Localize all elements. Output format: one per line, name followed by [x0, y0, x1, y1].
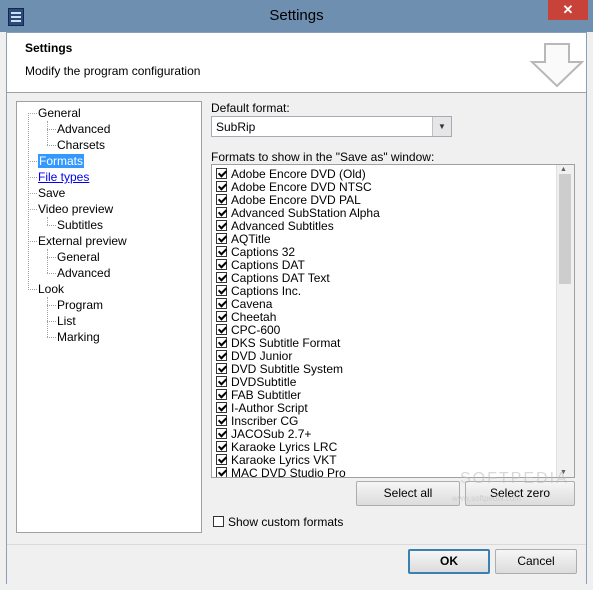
tree-item-program[interactable]: Program: [57, 298, 103, 312]
format-checkbox[interactable]: [216, 233, 227, 244]
format-checkbox[interactable]: [216, 376, 227, 387]
tree-line: [47, 217, 48, 225]
header-subtitle: Modify the program configuration: [25, 64, 201, 78]
format-label: CPC-600: [231, 323, 281, 337]
format-checkbox[interactable]: [216, 207, 227, 218]
format-label: Cavena: [231, 297, 273, 311]
format-checkbox[interactable]: [216, 428, 227, 439]
format-label: Advanced Subtitles: [231, 219, 334, 233]
format-label: Captions 32: [231, 245, 296, 259]
format-checkbox[interactable]: [216, 194, 227, 205]
close-button[interactable]: ✕: [548, 0, 588, 20]
tree-item-file-types[interactable]: File types: [38, 170, 89, 184]
format-label: I-Author Script: [231, 401, 308, 415]
tree-item-video-preview[interactable]: Video preview: [38, 202, 113, 216]
format-checkbox[interactable]: [216, 311, 227, 322]
tree-item-subtitles[interactable]: Subtitles: [57, 218, 103, 232]
format-label: Adobe Encore DVD (Old): [231, 167, 366, 181]
vertical-scrollbar[interactable]: ▲ ▼: [556, 165, 574, 477]
format-label: DVD Junior: [231, 349, 293, 363]
tree-item-general[interactable]: General: [38, 106, 81, 120]
format-label: DKS Subtitle Format: [231, 336, 341, 350]
format-label: JACOSub 2.7+: [231, 427, 312, 441]
tree-item-external-preview[interactable]: External preview: [38, 234, 127, 248]
formats-list[interactable]: ▲ ▼ Adobe Encore DVD (Old) Adobe Encore D…: [211, 164, 575, 478]
chevron-down-icon[interactable]: ▼: [432, 117, 451, 136]
format-list-item[interactable]: MAC DVD Studio Pro: [216, 466, 346, 478]
show-custom-checkbox[interactable]: [213, 516, 224, 527]
tree-item-list[interactable]: List: [57, 314, 76, 328]
tree-line: [47, 121, 48, 145]
default-format-select[interactable]: SubRip ▼: [211, 116, 452, 137]
window-title: Settings: [269, 7, 324, 24]
format-label: AQTitle: [231, 232, 271, 246]
format-checkbox[interactable]: [216, 402, 227, 413]
show-custom-formats-row[interactable]: Show custom formats: [213, 515, 343, 529]
watermark-logo: SOFTPEDIA: [460, 470, 569, 487]
ok-button[interactable]: OK: [408, 549, 490, 574]
format-checkbox[interactable]: [216, 298, 227, 309]
header-title: Settings: [25, 41, 73, 55]
tree-item-marking[interactable]: Marking: [57, 330, 100, 344]
format-checkbox[interactable]: [216, 246, 227, 257]
title-bar[interactable]: Settings ✕: [0, 0, 593, 32]
format-label: FAB Subtitler: [231, 388, 302, 402]
scroll-up-icon[interactable]: ▲: [560, 166, 567, 173]
default-format-value: SubRip: [216, 120, 256, 134]
tree-line: [47, 249, 48, 273]
format-label: DVD Subtitle System: [231, 362, 344, 376]
format-label: Cheetah: [231, 310, 277, 324]
tree-item-save[interactable]: Save: [38, 186, 65, 200]
format-checkbox[interactable]: [216, 415, 227, 426]
format-label: Captions DAT Text: [231, 271, 330, 285]
header-panel: Settings Modify the program configuratio…: [7, 33, 586, 93]
format-checkbox[interactable]: [216, 272, 227, 283]
format-label: Captions Inc.: [231, 284, 302, 298]
show-custom-label: Show custom formats: [228, 515, 344, 529]
format-checkbox[interactable]: [216, 389, 227, 400]
format-label: Adobe Encore DVD PAL: [231, 193, 361, 207]
format-checkbox[interactable]: [216, 285, 227, 296]
format-label: Adobe Encore DVD NTSC: [231, 180, 372, 194]
format-checkbox[interactable]: [216, 220, 227, 231]
watermark-url: www.softpedia.com: [452, 494, 521, 503]
default-format-label: Default format:: [211, 101, 290, 115]
tree-line: [28, 113, 29, 290]
format-checkbox[interactable]: [216, 324, 227, 335]
format-checkbox[interactable]: [216, 168, 227, 179]
tree-line: [47, 297, 48, 337]
tree-item-look[interactable]: Look: [38, 282, 64, 296]
tree-item-external-general[interactable]: General: [57, 250, 100, 264]
format-label: Inscriber CG: [231, 414, 299, 428]
down-arrow-icon: [529, 43, 585, 88]
format-checkbox[interactable]: [216, 181, 227, 192]
cancel-button[interactable]: Cancel: [495, 549, 577, 574]
format-checkbox[interactable]: [216, 337, 227, 348]
format-label: Captions DAT: [231, 258, 305, 272]
tree-item-formats[interactable]: Formats: [38, 154, 85, 168]
select-all-button[interactable]: Select all: [356, 481, 460, 506]
format-checkbox[interactable]: [216, 350, 227, 361]
tree-item-charsets[interactable]: Charsets: [57, 138, 105, 152]
format-label: Advanced SubStation Alpha: [231, 206, 380, 220]
format-checkbox[interactable]: [216, 259, 227, 270]
format-label: Karaoke Lyrics VKT: [231, 453, 337, 467]
format-label: Karaoke Lyrics LRC: [231, 440, 338, 454]
format-checkbox[interactable]: [216, 363, 227, 374]
tree-item-advanced[interactable]: Advanced: [57, 122, 110, 136]
tree-item-external-advanced[interactable]: Advanced: [57, 266, 110, 280]
format-label: DVDSubtitle: [231, 375, 297, 389]
format-label: MAC DVD Studio Pro: [231, 466, 346, 478]
formats-list-label: Formats to show in the "Save as" window:: [211, 150, 435, 164]
format-checkbox[interactable]: [216, 467, 227, 477]
format-checkbox[interactable]: [216, 441, 227, 452]
settings-tree: General Advanced Charsets Formats File t…: [16, 101, 202, 533]
scrollbar-thumb[interactable]: [559, 174, 571, 284]
format-checkbox[interactable]: [216, 454, 227, 465]
